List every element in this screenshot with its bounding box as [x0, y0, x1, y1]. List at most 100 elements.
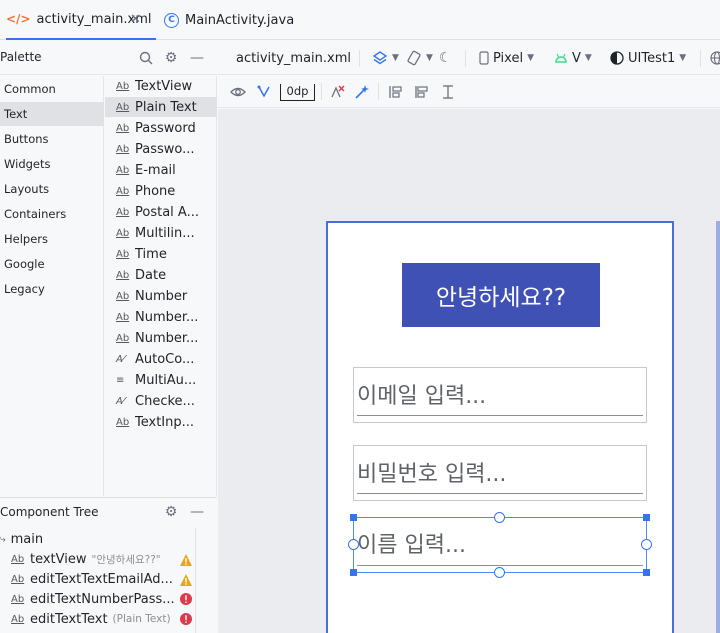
globe-icon: [710, 51, 720, 65]
minimize-icon[interactable]: —: [189, 50, 205, 66]
resize-handle[interactable]: [643, 514, 650, 521]
device-dropdown[interactable]: Pixel ▼: [479, 41, 534, 75]
category-buttons[interactable]: Buttons: [0, 127, 104, 151]
design-surface-dropdown[interactable]: ▼: [372, 41, 399, 75]
minimize-icon[interactable]: —: [189, 504, 205, 520]
category-text[interactable]: Text: [0, 102, 104, 126]
search-icon[interactable]: [138, 50, 154, 66]
gear-icon[interactable]: ⚙: [163, 50, 179, 66]
text-widget-icon: Ab: [116, 248, 130, 260]
design-canvas[interactable]: 안녕하세요?? 이메일 입력... 비밀번호 입력... 이름 입력...: [218, 109, 720, 633]
clear-constraints-icon[interactable]: [329, 84, 345, 100]
widget-item[interactable]: Ab E-mail: [105, 160, 217, 180]
text-widget-icon: Ab: [116, 185, 130, 197]
category-widgets[interactable]: Widgets: [0, 152, 104, 176]
palette-categories: Common Text Buttons Widgets Layouts Cont…: [0, 76, 104, 496]
guidelines-icon[interactable]: [440, 84, 456, 100]
title-textview[interactable]: 안녕하세요??: [402, 263, 600, 327]
toolbar-separator: [465, 50, 466, 67]
widget-item[interactable]: Ab Postal A...: [105, 202, 217, 222]
device-preview[interactable]: 안녕하세요?? 이메일 입력... 비밀번호 입력... 이름 입력...: [326, 221, 674, 633]
widget-item[interactable]: A⁄ Checke...: [105, 391, 217, 411]
magnet-icon[interactable]: [256, 84, 272, 100]
widget-item[interactable]: Ab TextInp...: [105, 412, 217, 432]
warning-icon[interactable]: [179, 553, 193, 567]
widget-item[interactable]: ≡ MultiAu...: [105, 370, 217, 390]
widget-item[interactable]: Ab Date: [105, 265, 217, 285]
constraint-handle[interactable]: [494, 512, 505, 523]
category-common[interactable]: Common: [0, 77, 104, 101]
toolbar-separator: [359, 50, 360, 67]
tree-scrollbar[interactable]: [195, 528, 196, 633]
autocomplete-icon: A⁄: [116, 353, 125, 365]
tree-node[interactable]: Ab editTextTextEmailAd...: [11, 569, 173, 589]
palette-header: Palette ⚙ —: [0, 41, 217, 75]
tab-mainactivity-java[interactable]: C MainActivity.java: [164, 0, 294, 40]
text-widget-icon: Ab: [11, 573, 25, 585]
multi-autocomplete-icon: ≡: [116, 374, 125, 386]
tree-node[interactable]: Ab editTextText (Plain Text): [11, 609, 171, 629]
name-field[interactable]: 이름 입력...: [348, 512, 652, 578]
api-level-dropdown[interactable]: V ▼: [554, 41, 592, 75]
gear-icon[interactable]: ⚙: [163, 504, 179, 520]
underline: [357, 565, 643, 566]
tree-node-root[interactable]: ⤷ main: [0, 529, 43, 549]
resize-handle[interactable]: [643, 569, 650, 576]
password-field[interactable]: 비밀번호 입력...: [353, 445, 647, 501]
widget-item[interactable]: Ab Time: [105, 244, 217, 264]
constraint-handle[interactable]: [641, 539, 652, 550]
widget-item[interactable]: Ab Phone: [105, 181, 217, 201]
resize-handle[interactable]: [350, 514, 357, 521]
widget-item[interactable]: Ab Number...: [105, 328, 217, 348]
component-tree-header: Component Tree ⚙ —: [0, 497, 217, 527]
tab-label: MainActivity.java: [185, 12, 295, 28]
orientation-dropdown[interactable]: ▼: [406, 41, 433, 75]
text-widget-icon: Ab: [11, 613, 25, 625]
category-containers[interactable]: Containers: [0, 202, 104, 226]
tree-node[interactable]: Ab editTextNumberPass...: [11, 589, 175, 609]
widget-item[interactable]: Ab Plain Text: [105, 97, 217, 117]
email-field[interactable]: 이메일 입력...: [353, 367, 647, 423]
widget-item[interactable]: Ab Number...: [105, 307, 217, 327]
pack-icon[interactable]: [388, 84, 404, 100]
java-class-icon: C: [164, 12, 179, 28]
magic-wand-icon[interactable]: [354, 84, 370, 100]
file-selector[interactable]: activity_main.xml: [236, 41, 351, 75]
password-hint: 비밀번호 입력...: [357, 462, 507, 487]
default-margins-field[interactable]: 0dp: [280, 84, 315, 101]
locale-dropdown[interactable]: [710, 41, 720, 75]
warning-icon[interactable]: [179, 573, 193, 587]
moon-icon: ☾: [439, 50, 452, 66]
widget-item[interactable]: A⁄ AutoCo...: [105, 349, 217, 369]
constraint-handle[interactable]: [348, 539, 359, 550]
align-icon[interactable]: [414, 84, 430, 100]
constraint-handle[interactable]: [494, 567, 505, 578]
palette-title: Palette: [0, 50, 42, 64]
category-legacy[interactable]: Legacy: [0, 277, 104, 301]
widget-item[interactable]: Ab Password: [105, 118, 217, 138]
toolbar-separator: [321, 83, 322, 100]
palette-widget-list: Ab TextView Ab Plain Text Ab Password Ab Pas…: [105, 76, 217, 496]
text-widget-icon: Ab: [116, 416, 130, 428]
widget-item[interactable]: Ab Multilin...: [105, 223, 217, 243]
error-icon[interactable]: [179, 612, 193, 626]
night-mode-dropdown[interactable]: ☾: [439, 41, 452, 75]
close-icon[interactable]: ✕: [130, 12, 141, 27]
category-helpers[interactable]: Helpers: [0, 227, 104, 251]
component-tree-title: Component Tree: [0, 505, 99, 519]
eye-icon[interactable]: [230, 84, 246, 100]
widget-item[interactable]: Ab Number: [105, 286, 217, 306]
category-layouts[interactable]: Layouts: [0, 177, 104, 201]
theme-dropdown[interactable]: UITest1 ▼: [610, 41, 686, 75]
widget-item[interactable]: Ab TextView: [105, 76, 217, 96]
tree-node[interactable]: Ab textView "안녕하세요??": [11, 549, 161, 569]
category-google[interactable]: Google: [0, 252, 104, 276]
widget-item[interactable]: Ab Passwo...: [105, 139, 217, 159]
name-hint: 이름 입력...: [357, 533, 466, 558]
resize-handle[interactable]: [350, 569, 357, 576]
email-hint: 이메일 입력...: [357, 384, 487, 409]
xml-file-icon: </>: [6, 12, 31, 26]
error-icon[interactable]: [179, 592, 193, 606]
text-widget-icon: Ab: [11, 553, 25, 565]
blueprint-preview-edge: [716, 221, 720, 633]
